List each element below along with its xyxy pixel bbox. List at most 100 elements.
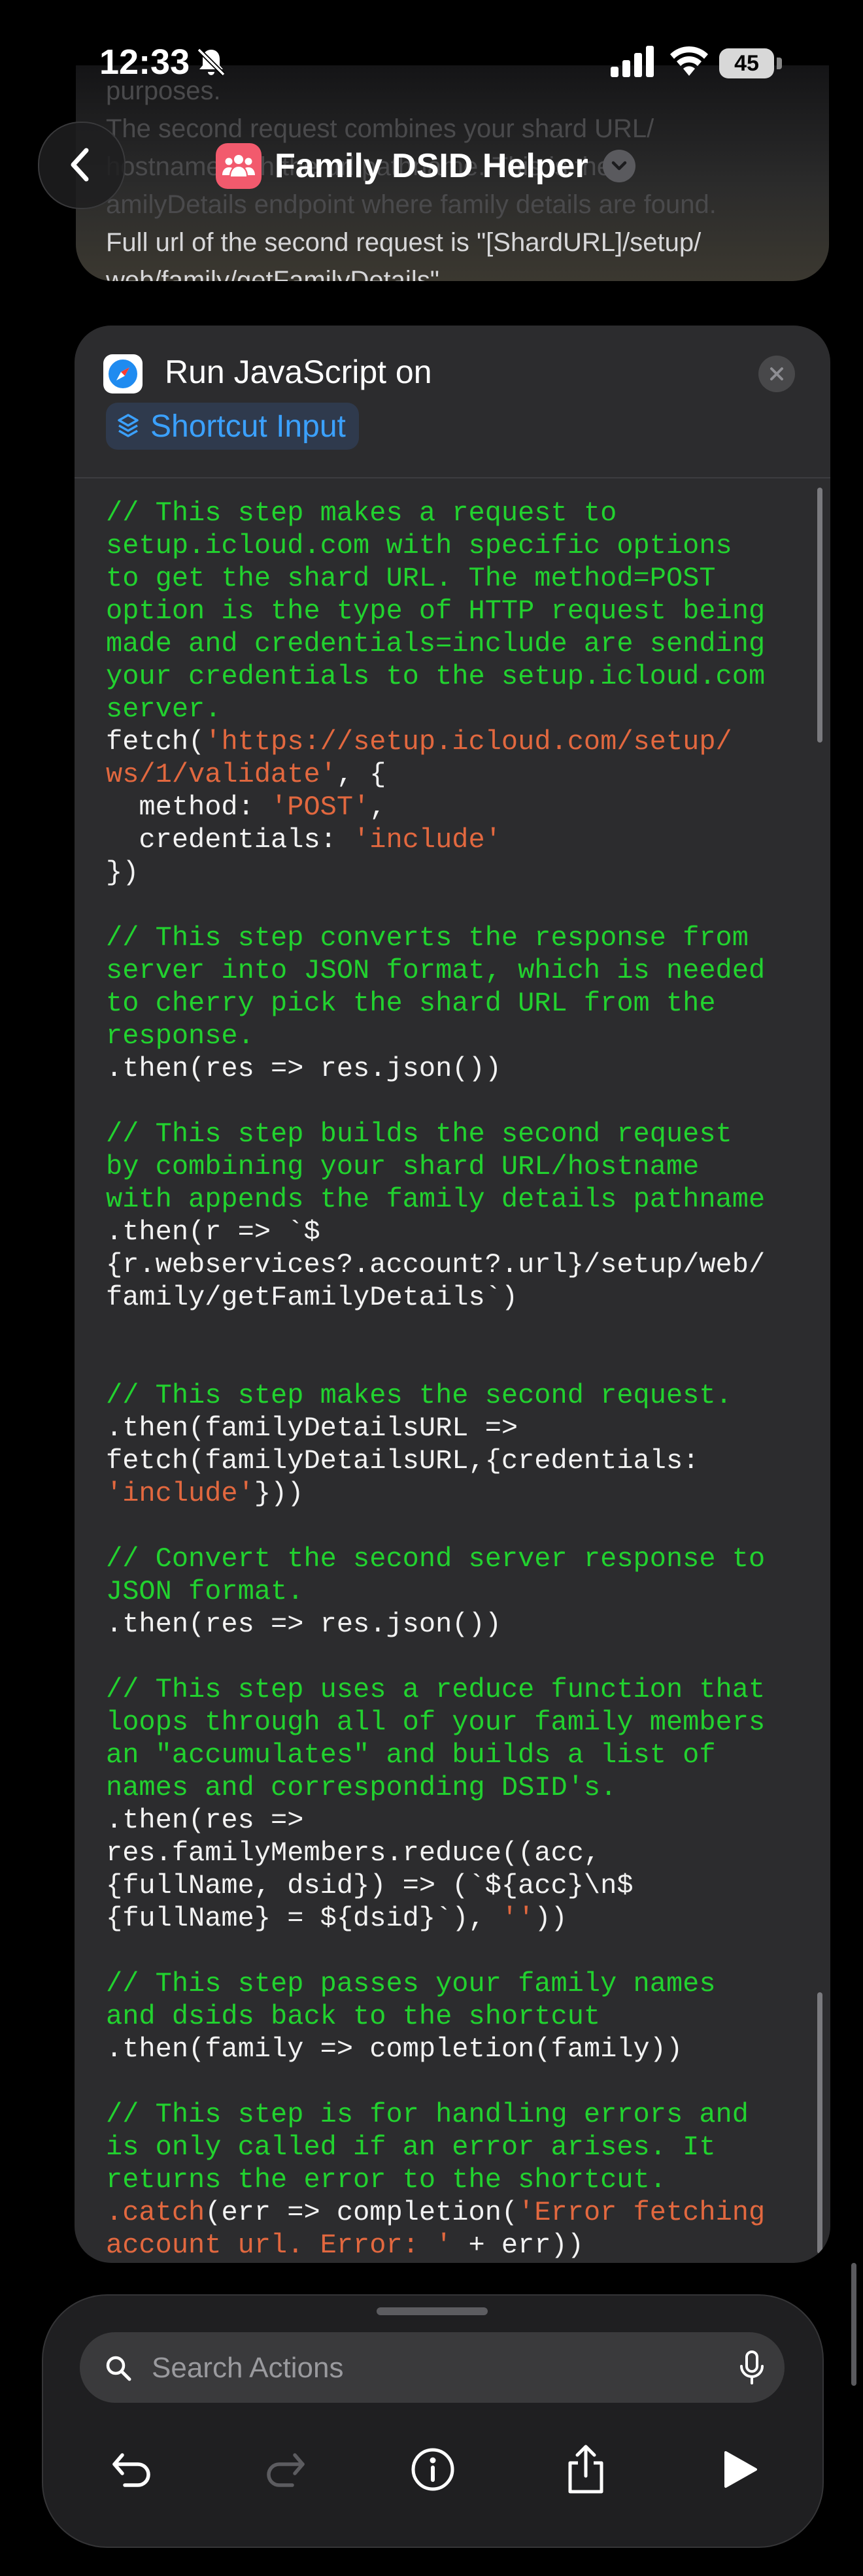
shortcut-title-menu[interactable]: Family DSID Helper [216,135,635,197]
code-comment: // This step builds the second request [106,1118,732,1150]
close-icon [770,367,783,380]
code-line: JSON format. [106,1575,799,1608]
code-line: by combining your shard URL/hostname [106,1150,799,1183]
search-actions-bar[interactable] [80,2332,785,2404]
code-comment: // Convert the second server response to [106,1543,766,1575]
play-icon [724,2451,757,2488]
battery-cap [777,58,782,69]
code-comment: an "accumulates" and builds a list of [106,1739,716,1771]
code-line: credentials: 'include' [106,824,799,856]
code-line: your credentials to the setup.icloud.com [106,660,799,693]
code-string: 'POST' [271,792,370,823]
wifi-icon [670,46,708,76]
family-icon [216,143,262,189]
redo-button[interactable] [252,2437,318,2502]
code-line: }) [106,856,799,889]
code-text: res.familyMembers.reduce((acc, [106,1837,601,1869]
code-string: 'include' [353,824,501,856]
code-string: 'https://setup.icloud.com/setup/ [205,726,732,758]
code-line: an "accumulates" and builds a list of [106,1739,799,1771]
code-line: .then(res => res.json()) [106,1052,799,1085]
code-line: made and credentials=include are sending [106,627,799,660]
info-button[interactable] [400,2437,465,2502]
status-bar: 12:33 45 [0,0,863,111]
code-text: credentials: [106,824,354,856]
code-text: )) [534,1903,567,1934]
code-line: and dsids back to the shortcut [106,2000,799,2033]
code-line: res.familyMembers.reduce((acc, [106,1837,799,1869]
code-comment: made and credentials=include are sending [106,628,766,660]
code-line: // This step makes the second request. [106,1379,799,1412]
code-line: fetch('https://setup.icloud.com/setup/ [106,726,799,758]
shortcut-input-token[interactable]: Shortcut Input [106,403,359,450]
code-text: fetch( [106,726,205,758]
code-scrollbar[interactable] [817,488,822,743]
code-comment: // This step makes the second request. [106,1380,732,1411]
code-line: .then(family => completion(family)) [106,2033,799,2066]
code-line: {fullName} = ${dsid}`), '')) [106,1902,799,1935]
code-scrollbar-lower[interactable] [817,1992,822,2254]
code-line: with appends the family details pathname [106,1183,799,1216]
code-comment: JSON format. [106,1576,304,1607]
code-string: .catch [106,2197,205,2228]
code-line: server into JSON format, which is needed [106,954,799,987]
code-string: 'Error fetching [518,2197,766,2228]
run-button[interactable] [707,2437,773,2502]
code-comment: is only called if an error arises. It [106,2132,716,2163]
code-comment: your credentials to the setup.icloud.com [106,661,766,692]
code-comment: server. [106,694,222,725]
code-line: names and corresponding DSID's. [106,1771,799,1804]
code-text: })) [254,1478,304,1509]
actions-bottom-sheet [42,2294,824,2548]
code-comment: names and corresponding DSID's. [106,1772,617,1803]
code-line: .then(familyDetailsURL => [106,1412,799,1445]
remove-action-button[interactable] [758,356,795,392]
code-text: method: [106,792,271,823]
code-text: }) [106,857,139,888]
microphone-icon[interactable] [739,2350,765,2386]
code-comment: // This step uses a reduce function that [106,1674,766,1705]
code-text: fetch(familyDetailsURL,{credentials: [106,1445,700,1477]
code-text: .then(r => `$ [106,1216,320,1248]
code-text: (err => completion( [205,2197,518,2228]
code-text: .then(res => res.json()) [106,1053,501,1084]
code-line: // This step uses a reduce function that [106,1673,799,1706]
code-line: // This step passes your family names [106,1967,799,2000]
chevron-down-icon[interactable] [602,150,635,182]
code-comment: loops through all of your family members [106,1707,766,1738]
code-line: response. [106,1020,799,1052]
search-icon [106,2356,131,2381]
code-string: '' [501,1903,535,1934]
code-line: {fullName, dsid}) => (`${acc}\n$ [106,1869,799,1902]
code-string: ws/1/validate' [106,759,337,790]
javascript-code-editor[interactable]: // This step makes a request to setup.icl… [106,497,799,2262]
code-line: // Convert the second server response to [106,1543,799,1575]
search-actions-input[interactable] [150,2332,715,2404]
code-comment: to cherry pick the shard URL from the [106,988,716,1019]
code-line: .then(res => [106,1804,799,1837]
page-scrollbar[interactable] [851,2263,856,2386]
code-comment: with appends the family details pathname [106,1184,766,1215]
share-button[interactable] [553,2437,618,2502]
back-button[interactable] [38,122,126,209]
description-line: web/family/getFamilyDetails". [106,266,447,281]
sheet-grabber[interactable] [377,2307,488,2315]
code-text: {fullName, dsid}) => (`${acc}\n$ [106,1870,634,1901]
shortcut-input-icon [118,414,139,437]
code-comment: response. [106,1020,254,1052]
status-time: 12:33 [99,42,190,82]
undo-icon [112,2453,150,2487]
code-line: // This step converts the response from [106,922,799,954]
code-line: // This step makes a request to [106,497,799,529]
code-line: family/getFamilyDetails`) [106,1281,799,1314]
code-string: account url. Error: ' [106,2230,452,2261]
undo-button[interactable] [99,2437,165,2502]
code-line: {r.webservices?.account?.url}/setup/web/ [106,1248,799,1281]
code-line: to cherry pick the shard URL from the [106,987,799,1020]
safari-icon [103,354,143,393]
